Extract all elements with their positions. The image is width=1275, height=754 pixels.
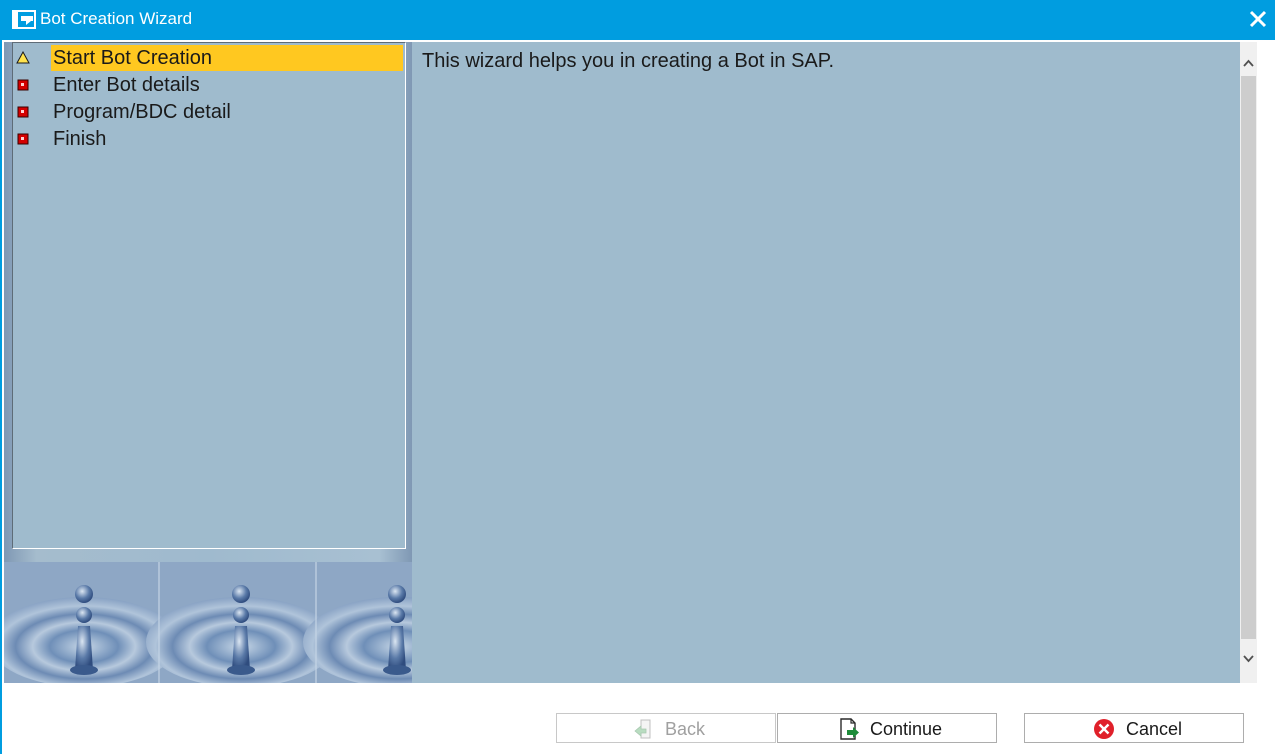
scroll-up-icon[interactable] bbox=[1240, 46, 1257, 76]
scroll-down-icon[interactable] bbox=[1240, 646, 1257, 676]
warning-triangle-icon bbox=[16, 51, 30, 64]
wizard-description: This wizard helps you in creating a Bot … bbox=[422, 50, 835, 72]
back-button[interactable]: Back bbox=[556, 713, 776, 743]
step-list: Start Bot Creation Enter Bot details Pro… bbox=[12, 42, 406, 549]
continue-button-label: Continue bbox=[870, 719, 943, 739]
continue-button[interactable]: Continue bbox=[777, 713, 997, 743]
title-bar: Bot Creation Wizard bbox=[2, 0, 1275, 40]
close-icon[interactable] bbox=[1247, 8, 1269, 30]
wizard-window: Bot Creation Wizard Start Bot Creation E… bbox=[0, 0, 1275, 754]
continue-document-icon bbox=[840, 718, 859, 740]
vertical-scrollbar[interactable] bbox=[1240, 42, 1257, 683]
red-square-icon bbox=[17, 133, 29, 145]
back-button-label: Back bbox=[665, 719, 706, 739]
cancel-button[interactable]: Cancel bbox=[1024, 713, 1244, 743]
back-arrow-icon bbox=[634, 719, 651, 739]
step-label: Start Bot Creation bbox=[51, 45, 403, 71]
step-item-start-bot-creation[interactable]: Start Bot Creation bbox=[13, 45, 405, 71]
step-label: Finish bbox=[53, 128, 107, 150]
step-label: Program/BDC detail bbox=[53, 101, 231, 123]
window-title: Bot Creation Wizard bbox=[40, 9, 193, 28]
cancel-button-label: Cancel bbox=[1126, 719, 1183, 739]
step-item-program-bdc-detail[interactable]: Program/BDC detail bbox=[13, 99, 405, 125]
wizard-window-icon bbox=[12, 10, 36, 29]
red-square-icon bbox=[17, 79, 29, 91]
step-navigation-panel: Start Bot Creation Enter Bot details Pro… bbox=[4, 42, 412, 683]
wizard-content-area: This wizard helps you in creating a Bot … bbox=[412, 42, 1240, 683]
step-item-enter-bot-details[interactable]: Enter Bot details bbox=[13, 72, 405, 98]
red-square-icon bbox=[17, 106, 29, 118]
step-item-finish[interactable]: Finish bbox=[13, 126, 405, 152]
step-label: Enter Bot details bbox=[53, 74, 200, 96]
cancel-circle-icon bbox=[1094, 719, 1114, 739]
scroll-thumb[interactable] bbox=[1241, 76, 1256, 639]
